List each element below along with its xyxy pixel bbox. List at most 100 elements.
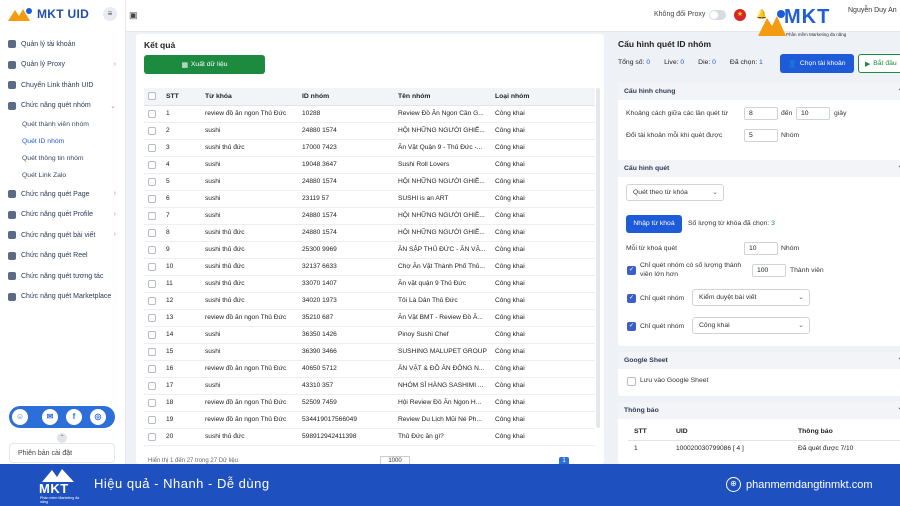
sidebar-item-marketplace-scan[interactable]: Chức năng quét Marketplace [0, 287, 126, 308]
cell-group-id: 17000 7423 [298, 139, 394, 157]
sidebar-item-interaction-scan[interactable]: Chức năng quét tương tác [0, 266, 126, 287]
group-filter1-select[interactable]: Kiểm duyệt bài viết ⌄ [692, 289, 810, 306]
per-keyword-input[interactable]: 10 [744, 242, 778, 255]
scan-mode-select[interactable]: Quét theo từ khóa ⌄ [626, 184, 724, 201]
header-group-type[interactable]: Loại nhóm [491, 88, 595, 106]
table-row[interactable]: 16 review đồ ăn ngon Thủ Đức 40650 5712 ĂN … [144, 360, 595, 378]
table-row[interactable]: 7 sushi 24880 1574 HỘI NHỮNG NGƯỜI GHIỀ... C… [144, 207, 595, 225]
row-checkbox[interactable] [148, 279, 156, 288]
table-row[interactable]: 20 sushi thủ đức 598912942411398 Thủ Đức ăn… [144, 428, 595, 446]
table-row[interactable]: 15 sushi 36390 3466 SUSHING MALUPET GROUP Cô… [144, 343, 595, 361]
table-row[interactable]: 14 sushi 36350 1426 Pinoy Sushi Chef Công kh… [144, 326, 595, 344]
results-table: STT Từ khóa ID nhóm Tên nhóm Loại nhóm 1… [144, 88, 595, 446]
table-row[interactable]: 8 sushi thủ đức 24880 1574 HỘI NHỮNG NGƯỜI … [144, 224, 595, 242]
vietnam-flag-icon[interactable]: ★ [734, 9, 746, 21]
scan-config-header[interactable]: Cấu hình quét⌃ [618, 160, 900, 177]
support-icon[interactable]: ☺ [12, 409, 28, 425]
table-scrollbar[interactable] [596, 88, 600, 428]
table-row[interactable]: 13 review đồ ăn ngon Thủ Đức 35210 687 Ăn V… [144, 309, 595, 327]
switch-account-input[interactable]: 5 [744, 129, 778, 142]
header-keyword[interactable]: Từ khóa [201, 88, 298, 106]
delay-from-input[interactable]: 8 [744, 107, 778, 120]
import-keyword-button[interactable]: Nhập từ khoá [626, 215, 682, 233]
sidebar-item-link-to-uid[interactable]: Chuyển Link thành UID [0, 75, 126, 96]
row-checkbox[interactable] [148, 364, 156, 373]
menu-icon[interactable]: ≡ [103, 7, 117, 21]
row-checkbox[interactable] [148, 177, 156, 186]
notice-header[interactable]: Thông báo⌃ [618, 402, 900, 419]
sidebar-item-proxy[interactable]: Quản lý Proxy › [0, 55, 126, 76]
sidebar-item-reel-scan[interactable]: Chức năng quét Reel [0, 246, 126, 267]
sidebar-item-profile-scan[interactable]: Chức năng quét Profile › [0, 205, 126, 226]
row-checkbox[interactable] [148, 109, 156, 118]
start-button[interactable]: ▶ Bắt đầu [858, 54, 900, 73]
general-config-header[interactable]: Cấu hình chung⌃ [618, 83, 900, 100]
row-checkbox[interactable] [148, 126, 156, 135]
choose-account-button[interactable]: 👤 Chọn tài khoản [780, 54, 854, 73]
proxy-toggle[interactable] [709, 10, 726, 20]
group-filter2-select[interactable]: Công khai ⌄ [692, 317, 810, 334]
table-row[interactable]: 5 sushi 24880 1574 HỘI NHỮNG NGƯỜI GHIỀ... C… [144, 173, 595, 191]
select-all-checkbox[interactable] [148, 92, 156, 101]
row-checkbox-cell [144, 309, 162, 327]
row-checkbox[interactable] [148, 432, 156, 441]
sidebar-item-page-scan[interactable]: Chức năng quét Page › [0, 184, 126, 205]
row-checkbox[interactable] [148, 381, 156, 390]
group-filter1-checkbox[interactable]: ✓ [627, 294, 636, 303]
sidebar-item-post-scan[interactable]: Chức năng quét bài viết › [0, 225, 126, 246]
chevron-up-icon[interactable]: ⌃ [57, 433, 67, 443]
cell-group-id: 40650 5712 [298, 360, 394, 378]
members-filter-input[interactable]: 100 [752, 264, 786, 277]
sidebar-subitem-members[interactable]: Quét thành viên nhóm [0, 116, 126, 133]
save-sheet-checkbox[interactable] [627, 377, 636, 386]
table-row[interactable]: 11 sushi thủ đức 33070 1407 Ăn vặt quận 9 T… [144, 275, 595, 293]
facebook-icon[interactable]: f [66, 409, 82, 425]
sidebar-subitem-group-id[interactable]: Quét ID nhóm [0, 133, 126, 150]
row-checkbox[interactable] [148, 347, 156, 356]
google-sheet-header[interactable]: Google Sheet⌃ [618, 352, 900, 369]
table-row[interactable]: 10 sushi thủ đức 32137 6633 Chợ Ăn Vặt Thàn… [144, 258, 595, 276]
row-checkbox[interactable] [148, 245, 156, 254]
sidebar-subitem-group-info[interactable]: Quét thông tin nhóm [0, 150, 126, 167]
header-group-id[interactable]: ID nhóm [298, 88, 394, 106]
table-row[interactable]: 19 review đồ ăn ngon Thủ Đức 5344190175660… [144, 411, 595, 429]
panel-toggle-icon[interactable]: ▣ [129, 10, 138, 21]
sidebar-subitem-zalo[interactable]: Quét Link Zalo [0, 167, 126, 184]
table-row[interactable]: 2 sushi 24880 1574 HỘI NHỮNG NGƯỜI GHIỀ... C… [144, 122, 595, 140]
table-row[interactable]: 9 sushi thủ đức 25300 9969 ĂN SẬP THỦ ĐỨC -… [144, 241, 595, 259]
members-filter-checkbox[interactable]: ✓ [627, 266, 636, 275]
table-row[interactable]: 6 sushi 23119 57 SUSHI is an ART Công khai [144, 190, 595, 208]
grid-icon [8, 40, 16, 49]
globe-icon[interactable]: ◎ [90, 409, 106, 425]
group-filter1-label: Chỉ quét nhóm [640, 295, 685, 302]
start-label: Bắt đầu [873, 60, 897, 67]
table-row[interactable]: 1 review đồ ăn ngon Thủ Đức 10288 Review Đồ… [144, 105, 595, 123]
row-checkbox[interactable] [148, 262, 156, 271]
group-filter2-checkbox[interactable]: ✓ [627, 322, 636, 331]
table-row[interactable]: 3 sushi thủ đức 17000 7423 Ăn Vặt Quận 9 - … [144, 139, 595, 157]
row-checkbox[interactable] [148, 330, 156, 339]
row-checkbox[interactable] [148, 296, 156, 305]
messenger-icon[interactable]: ✉ [42, 409, 58, 425]
row-checkbox[interactable] [148, 160, 156, 169]
header-stt[interactable]: STT [162, 88, 201, 106]
row-checkbox[interactable] [148, 211, 156, 220]
cell-keyword: sushi [201, 122, 298, 140]
table-row[interactable]: 12 sushi thủ đức 34020 1973 Tôi Là Dân Thủ … [144, 292, 595, 310]
sidebar-item-group-scan[interactable]: Chức năng quét nhóm ⌄ [0, 96, 126, 117]
row-checkbox[interactable] [148, 398, 156, 407]
export-button[interactable]: ▦ Xuất dữ liệu [144, 55, 265, 74]
table-row[interactable]: 18 review đồ ăn ngon Thủ Đức 52509 7459 Hội… [144, 394, 595, 412]
row-checkbox[interactable] [148, 143, 156, 152]
header-group-name[interactable]: Tên nhóm [394, 88, 491, 106]
row-checkbox[interactable] [148, 313, 156, 322]
row-checkbox[interactable] [148, 194, 156, 203]
row-checkbox[interactable] [148, 228, 156, 237]
delay-to-input[interactable]: 10 [796, 107, 830, 120]
banner-website[interactable]: ⊕ phanmemdangtinmkt.com [726, 477, 873, 492]
sidebar-item-accounts[interactable]: Quản lý tài khoản [0, 34, 126, 55]
row-checkbox[interactable] [148, 415, 156, 424]
table-row[interactable]: 4 sushi 19048 3647 Sushi Roll Lovers Công kh… [144, 156, 595, 174]
version-button[interactable]: Phiên bản cài đặt [9, 443, 115, 463]
table-row[interactable]: 17 sushi 43310 357 NHÓM SỈ HÀNG SASHIMI ...… [144, 377, 595, 395]
